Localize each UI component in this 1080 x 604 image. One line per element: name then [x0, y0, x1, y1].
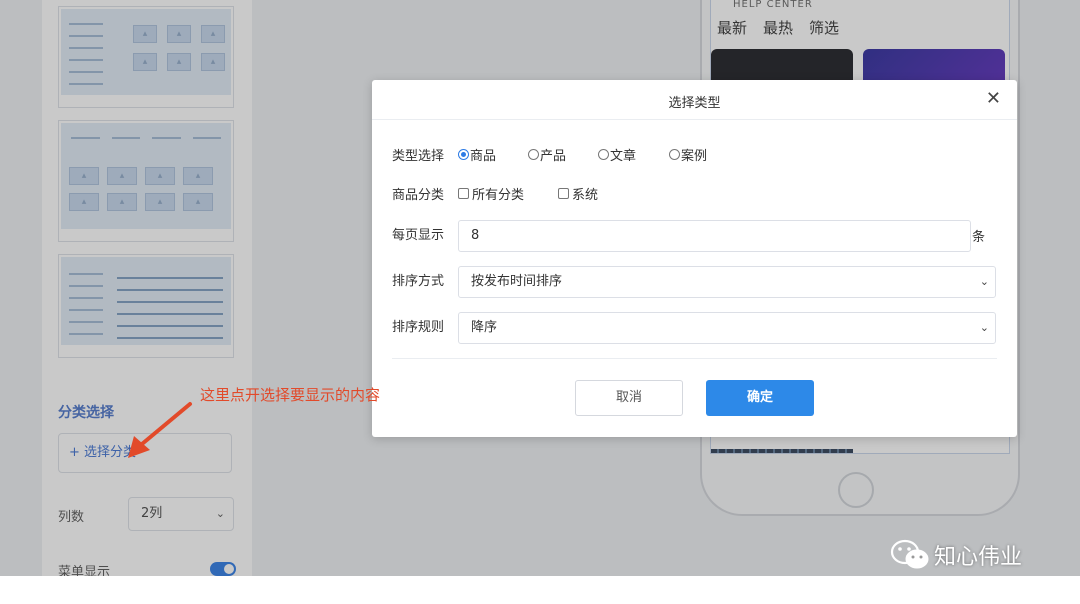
annotation-arrow-icon [128, 402, 192, 458]
wechat-icon [890, 539, 929, 569]
editor-app: 分类选择 + 选择分类 列数 2列 ⌄ 菜单显示 HELP CENTER 最新 … [0, 0, 1080, 576]
watermark: 知心伟业 [890, 538, 1022, 572]
screenshot-stage: 分类选择 + 选择分类 列数 2列 ⌄ 菜单显示 HELP CENTER 最新 … [0, 0, 1080, 604]
watermark-text: 知心伟业 [934, 545, 1023, 570]
